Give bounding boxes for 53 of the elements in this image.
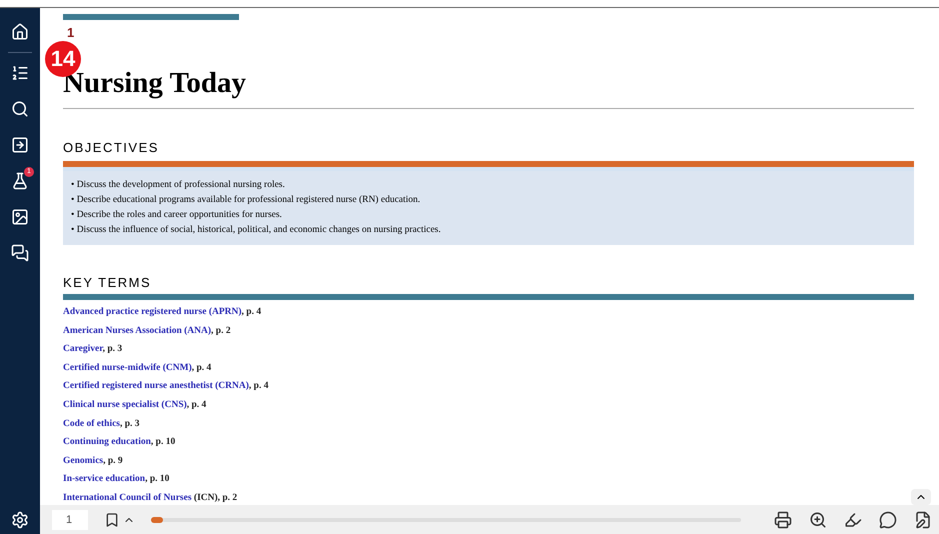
sidebar-button[interactable] [10, 135, 30, 155]
highlighter-icon [844, 510, 862, 528]
key-term-link[interactable]: Caregiver [63, 344, 103, 354]
key-term-link[interactable]: In-service education [63, 474, 146, 484]
home-icon [11, 23, 29, 41]
key-term-entry: Certified nurse-midwife (CNM), p. 4 [63, 362, 212, 375]
key-term-link[interactable]: Certified registered nurse anesthetist (CRNA) [63, 381, 249, 392]
key-term-link[interactable]: Genomics [63, 456, 104, 466]
toolbar-button[interactable] [808, 510, 828, 530]
key-terms-heading: KEY TERMS [63, 274, 152, 292]
key-term-entry: Clinical nurse specialist (CNS), p. 4 [63, 399, 206, 412]
objective-item: • Discuss the development of professional nursing roles. [71, 178, 285, 192]
sidebar-button[interactable] [10, 99, 30, 119]
key-term-link[interactable]: Continuing education [63, 437, 151, 448]
key-term-link[interactable]: Advanced practice registered nurse (APRN) [63, 307, 242, 318]
sidebar-button[interactable] [10, 207, 30, 227]
zoom-in-icon [809, 510, 827, 528]
settings-icon [11, 510, 29, 528]
key-term-entry: Code of ethics, p. 3 [63, 418, 140, 431]
scroll-top-button[interactable] [911, 489, 931, 505]
toolbar-button[interactable] [773, 510, 793, 530]
key-term-link[interactable]: International Council of Nurses [63, 492, 192, 503]
flask-icon [11, 172, 29, 190]
key-term-link[interactable]: Certified nurse-midwife (CNM) [63, 362, 192, 373]
key-term-entry: Continuing education, p. 10 [63, 436, 176, 450]
messages-icon [11, 244, 29, 262]
key-term-link[interactable]: Code of ethics [63, 418, 120, 429]
bookmark-button[interactable] [104, 512, 135, 528]
key-term-entry: International Council of Nurses (ICN), p. 2 [63, 492, 238, 505]
page-number-field[interactable]: 1 [52, 510, 88, 530]
objectives-heading: OBJECTIVES [63, 139, 159, 158]
bookmark-icon [104, 512, 120, 528]
note-edit-icon [914, 510, 932, 528]
list-icon [11, 64, 29, 82]
sidebar-button[interactable] [10, 243, 30, 263]
image-icon [11, 208, 29, 226]
settings-button[interactable] [11, 510, 29, 528]
sidebar-button[interactable] [10, 22, 30, 42]
page-icon [11, 136, 29, 154]
key-term-entry: Genomics, p. 9 [63, 454, 123, 468]
print-icon [774, 510, 792, 528]
objective-item: • Describe educational programs available for professional registered nurse (RN) education. [71, 194, 420, 207]
chapter-number: 1 [67, 26, 74, 39]
search-icon [11, 100, 29, 118]
key-term-link[interactable]: Clinical nurse specialist (CNS) [63, 400, 187, 410]
objective-item: • Discuss the influence of social, historical, political, and economic changes on nursing practices. [71, 224, 441, 237]
key-term-entry: Certified registered nurse anesthetist (CRNA), p. 4 [63, 380, 268, 394]
key-term-entry: Caregiver, p. 3 [63, 343, 122, 356]
objective-item: • Describe the roles and career opportunities for nurses. [71, 208, 282, 222]
key-term-entry: In-service education, p. 10 [63, 473, 170, 486]
key-term-entry: Advanced practice registered nurse (APRN), p. 4 [63, 306, 262, 320]
key-term-entry: American Nurses Association (ANA), p. 2 [63, 324, 231, 338]
key-term-link[interactable]: American Nurses Association (ANA) [63, 326, 212, 336]
